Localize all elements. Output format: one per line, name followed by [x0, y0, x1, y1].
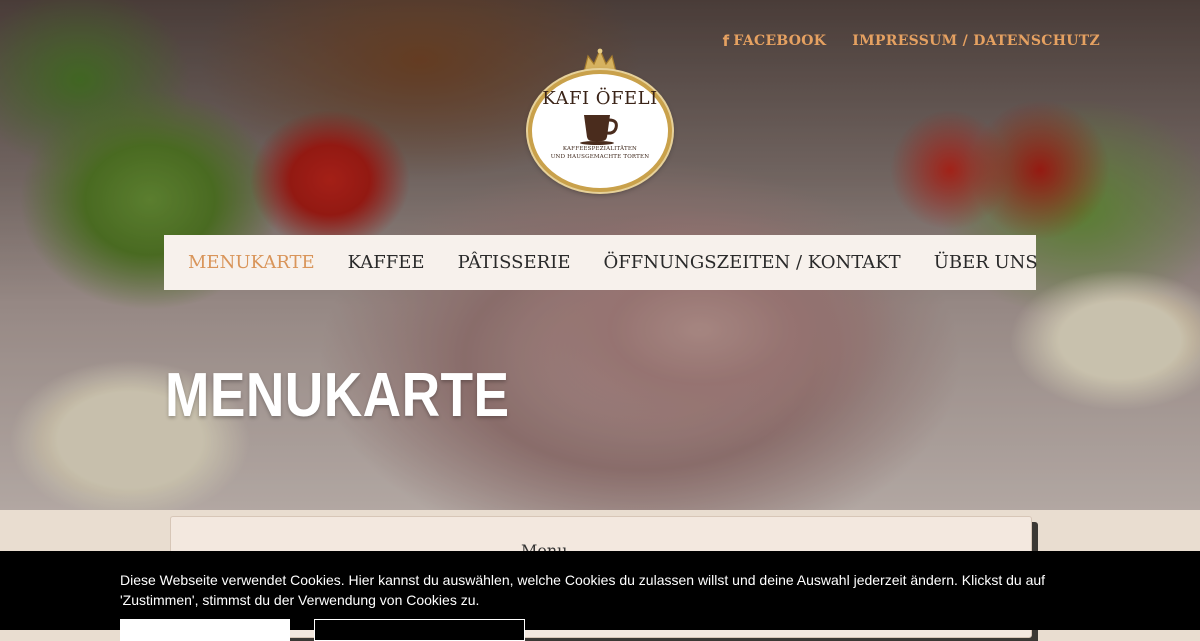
nav-item-oeffnungszeiten-kontakt[interactable]: ÖFFNUNGSZEITEN / KONTAKT	[603, 252, 900, 273]
logo-title: KAFI ÖFELI	[542, 88, 658, 109]
cookie-banner-text: Diese Webseite verwendet Cookies. Hier k…	[120, 572, 1046, 608]
nav-item-menukarte[interactable]: MENUKARTE	[188, 252, 315, 273]
cookie-accept-button[interactable]	[120, 619, 290, 641]
site-logo[interactable]: KAFI ÖFELI KAFFEESPEZIALITÄTEN UND HAUSG…	[522, 48, 678, 196]
impressum-link[interactable]: IMPRESSUM / DATENSCHUTZ	[852, 32, 1100, 50]
logo-subtitle-line2: UND HAUSGEMACHTE TORTEN	[550, 154, 650, 160]
nav-item-patisserie[interactable]: PÂTISSERIE	[458, 252, 571, 273]
cookie-banner: Diese Webseite verwendet Cookies. Hier k…	[0, 551, 1200, 641]
page-title: MENUKARTE	[165, 361, 510, 430]
facebook-link-label: FACEBOOK	[733, 33, 827, 49]
nav-item-kaffee[interactable]: KAFFEE	[348, 252, 425, 273]
main-navigation: MENUKARTE KAFFEE PÂTISSERIE ÖFFNUNGSZEIT…	[164, 235, 1038, 290]
top-links: f FACEBOOK IMPRESSUM / DATENSCHUTZ	[723, 32, 1100, 50]
logo-subtitle-line1: KAFFEESPEZIALITÄTEN	[562, 146, 638, 152]
nav-item-ueber-uns[interactable]: ÜBER UNS	[934, 252, 1038, 273]
impressum-link-label: IMPRESSUM / DATENSCHUTZ	[852, 33, 1100, 49]
logo-badge: KAFI ÖFELI KAFFEESPEZIALITÄTEN UND HAUSG…	[528, 70, 672, 192]
facebook-icon: f	[722, 32, 730, 50]
facebook-link[interactable]: f FACEBOOK	[723, 32, 827, 50]
coffee-cup-icon	[580, 115, 618, 145]
cookie-settings-button[interactable]	[314, 619, 525, 641]
